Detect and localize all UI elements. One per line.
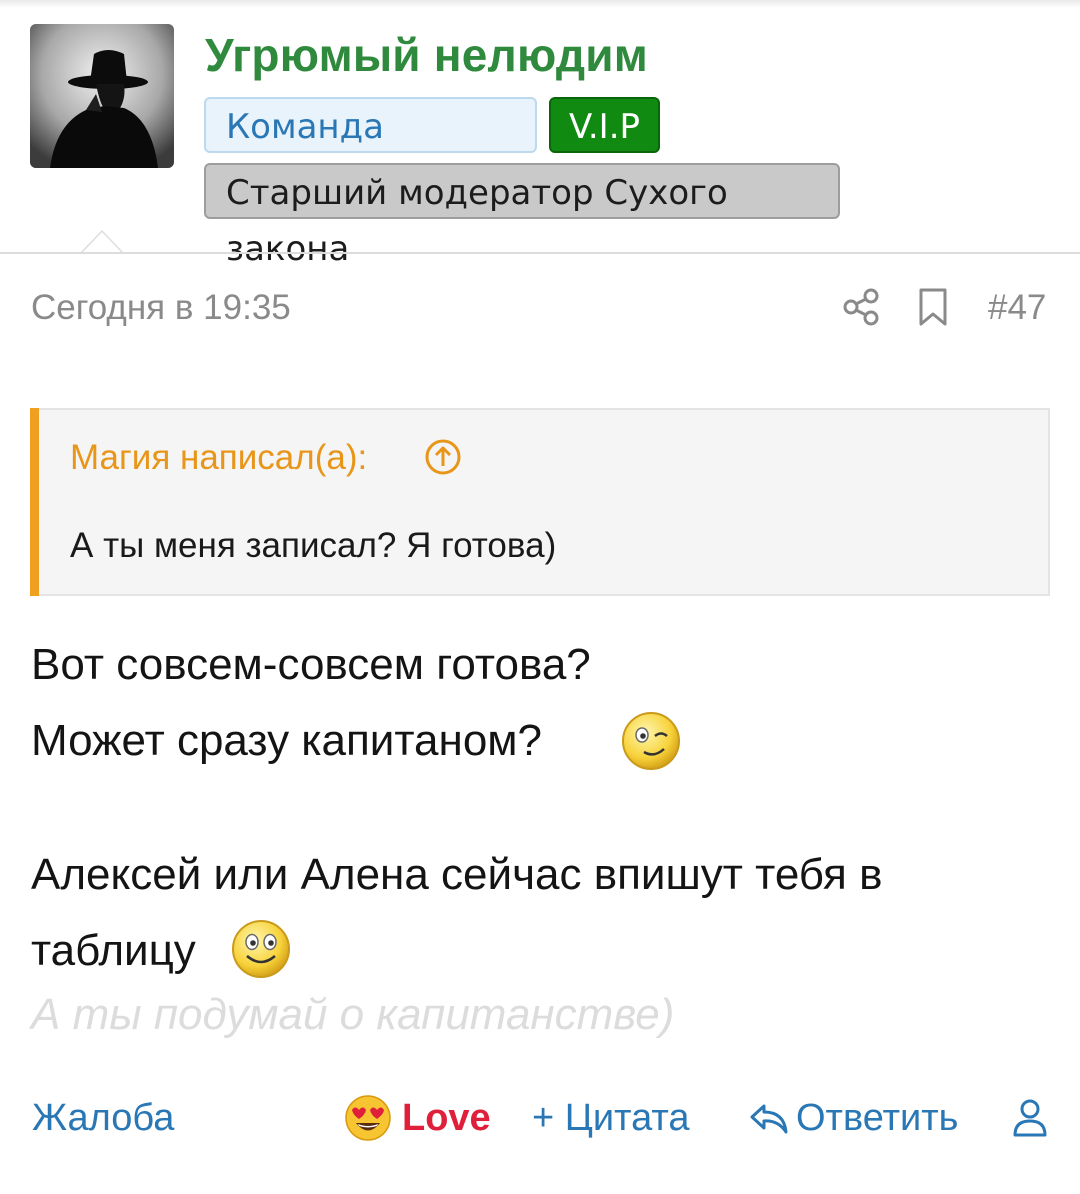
message-line-3: Алексей или Алена сейчас впишут тебя в xyxy=(31,850,883,899)
love-reaction-button[interactable]: Love xyxy=(402,1092,491,1144)
arrow-up-circle-icon[interactable] xyxy=(424,438,462,476)
reply-button[interactable]: Ответить xyxy=(796,1092,958,1144)
avatar[interactable] xyxy=(30,24,174,168)
quote-author[interactable]: Магия написал(а): xyxy=(70,438,367,478)
report-link[interactable]: Жалоба xyxy=(32,1092,174,1144)
quote-text: А ты меня записал? Я готова) xyxy=(70,526,557,565)
wink-smiley-icon xyxy=(622,712,680,770)
bookmark-icon[interactable] xyxy=(916,287,950,327)
user-icon[interactable] xyxy=(1012,1098,1048,1138)
message-line-1: Вот совсем-совсем готова? xyxy=(31,640,591,689)
share-icon[interactable] xyxy=(842,287,880,327)
post-number[interactable]: #47 xyxy=(988,288,1046,328)
badge-moderator-role: Старший модератор Сухого закона xyxy=(204,163,840,269)
quote-block: Магия написал(а): А ты меня записал? Я г… xyxy=(30,408,1050,596)
reply-arrow-icon[interactable] xyxy=(748,1098,790,1138)
message-line-4: таблицу xyxy=(31,926,196,975)
quote-accent-bar xyxy=(30,408,39,596)
message-line-2: Может сразу капитаном? xyxy=(31,716,543,765)
post-header: Угрюмый нелюдим Команда форума V.I.P Ста… xyxy=(0,0,1080,269)
hidden-text: А ты подумай о капитанстве) xyxy=(31,990,675,1039)
avatar-image xyxy=(30,24,174,168)
header-pointer xyxy=(80,230,124,253)
post-date[interactable]: Сегодня в 19:35 xyxy=(31,288,291,328)
quote-button[interactable]: + Цитата xyxy=(532,1092,689,1144)
username[interactable]: Угрюмый нелюдим xyxy=(205,28,648,82)
smile-smiley-icon xyxy=(232,920,290,978)
badge-vip: V.I.P xyxy=(549,97,660,153)
badge-forum-team: Команда форума xyxy=(204,97,537,203)
header-divider xyxy=(0,252,1080,254)
heart-eyes-icon[interactable] xyxy=(344,1094,392,1142)
